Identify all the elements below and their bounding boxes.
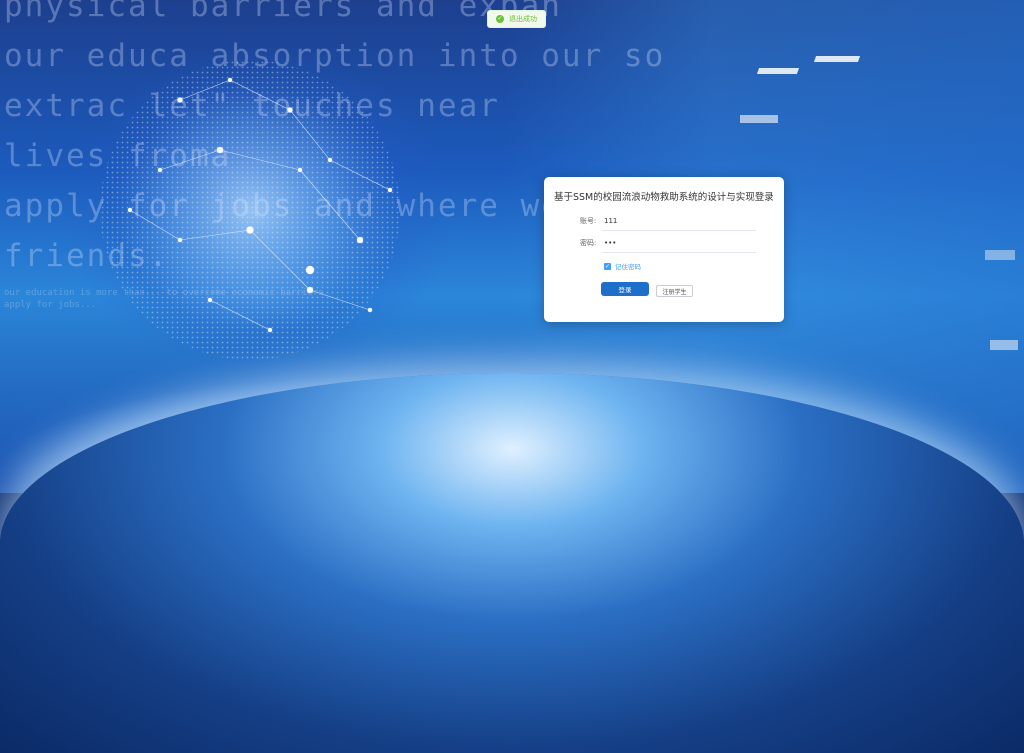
remember-password-label: 记住密码 xyxy=(615,263,641,271)
background-light-bar xyxy=(756,68,800,74)
background-small-text: our education is more than... to overcom… xyxy=(4,288,324,298)
remember-password-checkbox[interactable]: ✓ 记住密码 xyxy=(604,261,641,271)
background-text-line: physical barriers and expan xyxy=(4,0,562,24)
background-light-bar xyxy=(985,250,1015,260)
background-text-line: friends. xyxy=(4,238,170,274)
login-card: 基于SSM的校园流浪动物救助系统的设计与实现登录 账号: 密码: ✓ 记住密码 … xyxy=(544,177,784,322)
background-text-line: lives froma xyxy=(4,138,232,174)
register-student-button[interactable]: 注册学生 xyxy=(656,285,693,297)
background-small-text: apply for jobs... xyxy=(4,300,97,310)
background-light-bar xyxy=(990,340,1018,350)
checkbox-checked-icon: ✓ xyxy=(604,262,611,270)
background-text-line: extrac let" touches near xyxy=(4,88,500,124)
background-light-bar xyxy=(740,115,778,123)
background-light-bar xyxy=(813,56,861,62)
account-input[interactable] xyxy=(602,211,756,231)
password-row: 密码: xyxy=(544,232,784,254)
password-input[interactable] xyxy=(602,233,756,253)
account-row: 账号: xyxy=(544,210,784,232)
check-circle-icon: ✓ xyxy=(496,15,504,23)
background-text-line: our educa absorption into our so xyxy=(4,38,666,74)
success-toast: ✓ 退出成功 xyxy=(487,10,546,28)
login-title: 基于SSM的校园流浪动物救助系统的设计与实现登录 xyxy=(554,192,774,203)
account-label: 账号: xyxy=(580,217,597,225)
login-button[interactable]: 登录 xyxy=(601,282,649,296)
password-label: 密码: xyxy=(580,239,597,247)
toast-message: 退出成功 xyxy=(509,15,537,23)
background-text-line: apply for jobs and where we xyxy=(4,188,562,224)
earth-horizon xyxy=(0,373,1024,753)
